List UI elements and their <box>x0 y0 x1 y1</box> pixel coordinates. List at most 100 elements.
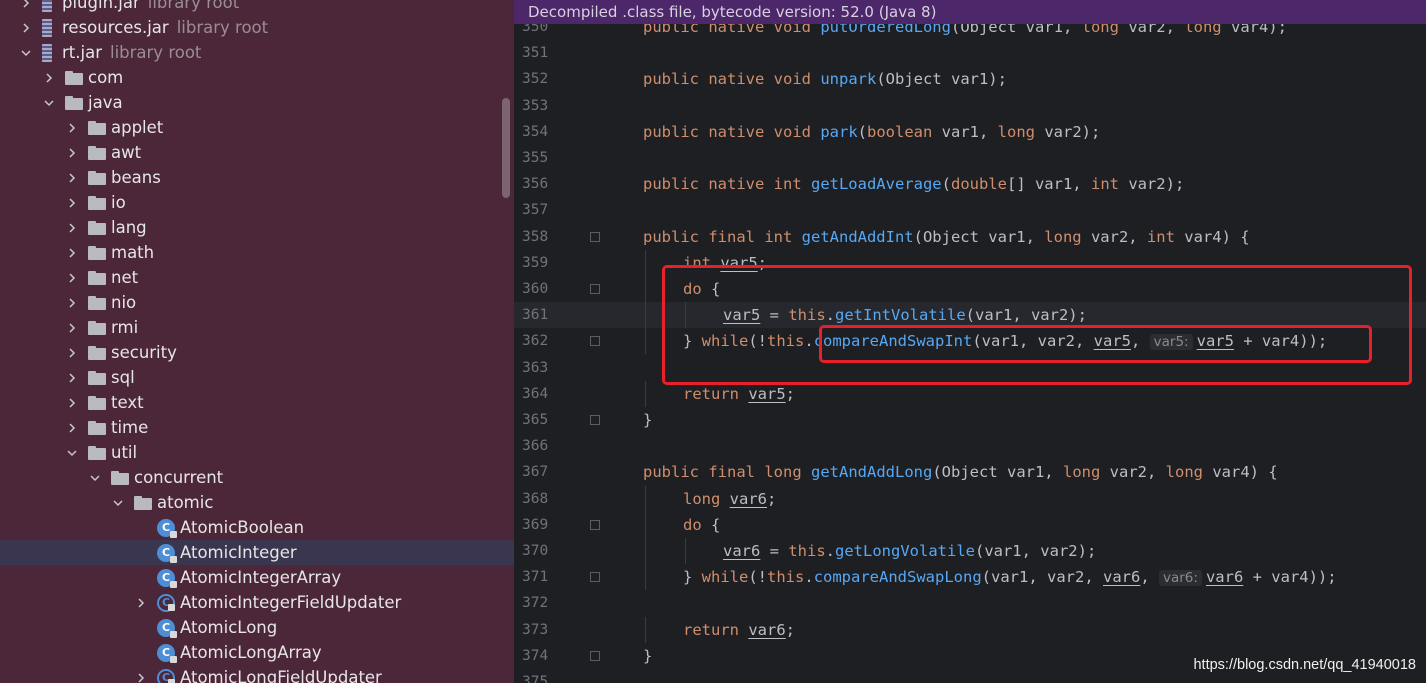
chevron-right-icon[interactable] <box>66 422 78 434</box>
tree-item-resources-jar[interactable]: resources.jar library root <box>0 15 514 40</box>
code-line[interactable]: 369 do { <box>514 511 1426 538</box>
code-line[interactable]: 372 <box>514 590 1426 616</box>
chevron-right-icon[interactable] <box>66 322 78 334</box>
chevron-right-icon[interactable] <box>135 672 147 683</box>
code-text: public native void park(boolean var1, lo… <box>643 119 1100 145</box>
class-icon: C <box>157 568 177 588</box>
line-number: 369 <box>522 516 549 533</box>
code-line[interactable]: 368 long var6; <box>514 485 1426 512</box>
code-line[interactable]: 370 var6 = this.getLongVolatile(var1, var… <box>514 538 1426 564</box>
code-editor[interactable]: 350 public native void putOrderedLong(Obj… <box>514 0 1426 683</box>
chevron-right-icon[interactable] <box>66 197 78 209</box>
tree-scrollbar[interactable] <box>502 98 510 198</box>
code-line[interactable]: 366 <box>514 433 1426 459</box>
chevron-right-icon[interactable] <box>66 272 78 284</box>
tree-item-awt[interactable]: awt <box>0 140 514 165</box>
tree-item-net[interactable]: net <box>0 265 514 290</box>
tree-item-label: util <box>111 443 138 462</box>
tree-item-label: lang <box>111 218 147 237</box>
chevron-down-icon[interactable] <box>43 97 55 109</box>
tree-item-text[interactable]: text <box>0 390 514 415</box>
folder-icon <box>88 445 106 460</box>
code-token: var2); <box>1128 175 1185 194</box>
code-line[interactable]: 356 public native int getLoadAverage(doub… <box>514 171 1426 197</box>
chevron-right-icon[interactable] <box>66 222 78 234</box>
tree-item-atomicintegerarray[interactable]: C AtomicIntegerArray <box>0 565 514 590</box>
tree-item-math[interactable]: math <box>0 240 514 265</box>
code-text: } <box>643 407 652 433</box>
code-text: public native void unpark(Object var1); <box>643 66 1007 92</box>
code-line[interactable]: 358 public final int getAndAddInt(Object … <box>514 224 1426 250</box>
chevron-right-icon[interactable] <box>66 397 78 409</box>
code-token: var2, <box>1109 463 1166 482</box>
tree-item-time[interactable]: time <box>0 415 514 440</box>
code-token: boolean <box>867 122 942 141</box>
code-line[interactable]: 357 <box>514 197 1426 223</box>
code-token: long <box>764 463 811 482</box>
code-token: var6 <box>748 620 786 639</box>
tree-item-com[interactable]: com <box>0 65 514 90</box>
fold-marker-icon[interactable] <box>590 231 600 242</box>
chevron-right-icon[interactable] <box>135 597 147 609</box>
chevron-right-icon[interactable] <box>66 297 78 309</box>
tree-item-applet[interactable]: applet <box>0 115 514 140</box>
tree-item-util[interactable]: util <box>0 440 514 465</box>
chevron-down-icon[interactable] <box>66 447 78 459</box>
fold-marker-icon[interactable] <box>590 336 600 347</box>
tree-item-label: awt <box>111 143 142 162</box>
tree-item-atomiclongfieldupdater[interactable]: C AtomicLongFieldUpdater <box>0 665 514 683</box>
tree-item-plugin-jar[interactable]: plugin.jar library root <box>0 0 514 15</box>
line-number: 354 <box>522 123 549 140</box>
tree-item-java[interactable]: java <box>0 90 514 115</box>
code-token: var4) { <box>1212 463 1278 482</box>
tree-item-atomiclongarray[interactable]: C AtomicLongArray <box>0 640 514 665</box>
code-line[interactable]: 365} <box>514 407 1426 433</box>
code-line[interactable]: 354 public native void park(boolean var1,… <box>514 119 1426 145</box>
tree-item-nio[interactable]: nio <box>0 290 514 315</box>
code-line[interactable]: 367 public final long getAndAddLong(Objec… <box>514 459 1426 485</box>
tree-item-atomiclong[interactable]: C AtomicLong <box>0 615 514 640</box>
code-line[interactable]: 371} while(!this.compareAndSwapLong(var1… <box>514 564 1426 591</box>
chevron-right-icon[interactable] <box>43 72 55 84</box>
code-line[interactable]: 352 public native void unpark(Object var1… <box>514 66 1426 92</box>
code-token: , <box>1140 568 1159 587</box>
chevron-right-icon[interactable] <box>66 372 78 384</box>
tree-item-rmi[interactable]: rmi <box>0 315 514 340</box>
library-root-label: library root <box>109 43 202 62</box>
code-line[interactable]: 373 return var6; <box>514 616 1426 643</box>
fold-marker-icon[interactable] <box>590 415 600 425</box>
fold-marker-icon[interactable] <box>590 650 600 661</box>
chevron-down-icon[interactable] <box>89 472 101 484</box>
chevron-down-icon[interactable] <box>112 497 124 509</box>
project-tree[interactable]: plugin.jar library root resources.jar libra… <box>0 0 514 683</box>
chevron-right-icon[interactable] <box>20 0 32 9</box>
chevron-right-icon[interactable] <box>66 122 78 134</box>
tree-item-atomic[interactable]: atomic <box>0 490 514 515</box>
fold-marker-icon[interactable] <box>590 284 600 294</box>
tree-item-concurrent[interactable]: concurrent <box>0 465 514 490</box>
tree-item-beans[interactable]: beans <box>0 165 514 190</box>
fold-marker-icon[interactable] <box>590 519 600 530</box>
tree-item-label: plugin.jar <box>62 0 140 12</box>
code-line[interactable]: 351 <box>514 40 1426 66</box>
code-token: long <box>683 489 730 508</box>
tree-item-security[interactable]: security <box>0 340 514 365</box>
chevron-right-icon[interactable] <box>66 172 78 184</box>
code-line[interactable]: 353 <box>514 93 1426 119</box>
chevron-right-icon[interactable] <box>20 22 32 34</box>
chevron-right-icon[interactable] <box>66 147 78 159</box>
code-line[interactable]: 355 <box>514 145 1426 171</box>
tree-item-lang[interactable]: lang <box>0 215 514 240</box>
tree-item-rt-jar[interactable]: rt.jar library root <box>0 40 514 65</box>
tree-item-io[interactable]: io <box>0 190 514 215</box>
line-number: 353 <box>522 97 549 114</box>
tree-item-atomicinteger[interactable]: C AtomicInteger <box>0 540 514 565</box>
chevron-down-icon[interactable] <box>20 47 32 59</box>
code-token: int <box>1146 227 1185 246</box>
tree-item-sql[interactable]: sql <box>0 365 514 390</box>
tree-item-atomicboolean[interactable]: C AtomicBoolean <box>0 515 514 540</box>
tree-item-atomicintegerfieldupdater[interactable]: C AtomicIntegerFieldUpdater <box>0 590 514 615</box>
chevron-right-icon[interactable] <box>66 247 78 259</box>
chevron-right-icon[interactable] <box>66 347 78 359</box>
fold-marker-icon[interactable] <box>590 572 600 583</box>
